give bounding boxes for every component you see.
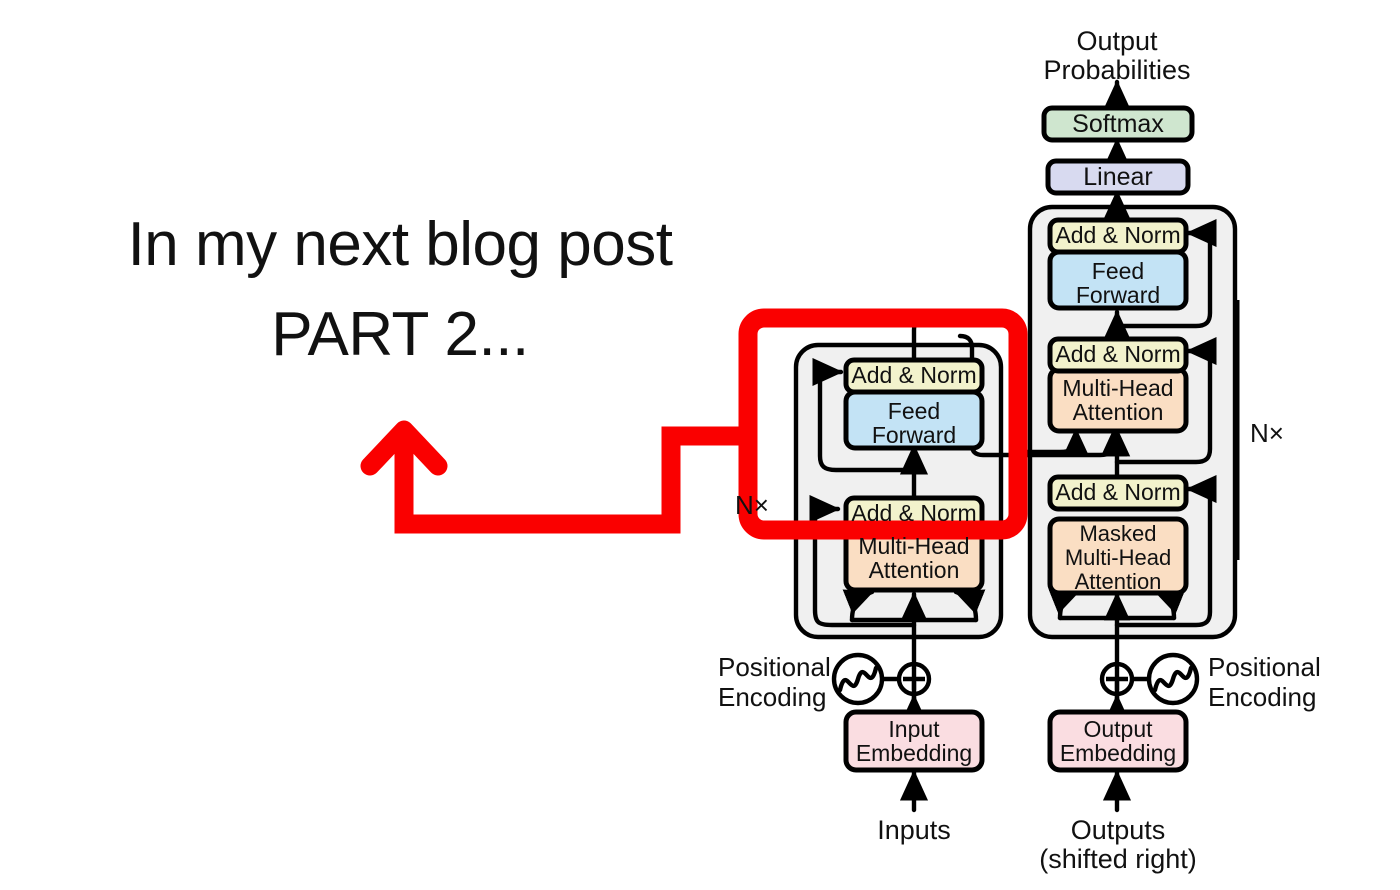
red-callout-arrow-shaft	[394, 426, 748, 534]
slide-canvas: In my next blog post PART 2... Output Pr…	[0, 0, 1400, 890]
decoder-masked-label-line3: Attention	[1074, 569, 1162, 594]
decoder-nx-label: N×	[1250, 418, 1284, 448]
decoder-cross-attention-label-line2: Attention	[1072, 399, 1164, 425]
decoder-cross-attention-label-line1: Multi-Head	[1062, 375, 1174, 401]
softmax-label: Softmax	[1072, 110, 1164, 138]
encoder-add-norm-1-label: Add & Norm	[851, 500, 977, 526]
positional-encoding-label-left-line1: Positional	[718, 652, 831, 682]
encoder-multi-head-label-line1: Multi-Head	[858, 533, 970, 559]
positional-encoding-label-right-line2: Encoding	[1208, 682, 1317, 712]
decoder-add-norm-2-label: Add & Norm	[1055, 341, 1181, 367]
positional-encoding-label-left-line2: Encoding	[718, 682, 827, 712]
decoder-feed-forward-label-line1: Feed	[1091, 258, 1145, 284]
decoder-feed-forward-label-line2: Forward	[1075, 282, 1161, 308]
output-probabilities-label-line1: Output	[1076, 26, 1158, 56]
outputs-label-line2: (shifted right)	[1039, 844, 1197, 874]
decoder-masked-label-line1: Masked	[1079, 521, 1157, 546]
encoder-feed-forward-label-line1: Feed	[887, 398, 941, 424]
encoder-nx-label: N×	[735, 490, 769, 520]
encoder-multi-head-label-line2: Attention	[868, 557, 960, 583]
input-embedding-label-line2: Embedding	[855, 740, 973, 766]
decoder-add-norm-1-label: Add & Norm	[1055, 479, 1181, 505]
decoder-masked-label-line2: Multi-Head	[1064, 545, 1172, 570]
inputs-label: Inputs	[877, 815, 951, 845]
input-embedding-label-line1: Input	[888, 716, 940, 742]
decoder-add-norm-3-label: Add & Norm	[1055, 222, 1181, 248]
output-probabilities-label-line2: Probabilities	[1043, 55, 1191, 85]
positional-encoding-label-right-line1: Positional	[1208, 652, 1321, 682]
encoder-feed-forward-label-line2: Forward	[871, 422, 957, 448]
linear-label: Linear	[1083, 163, 1153, 191]
output-embedding-label-line1: Output	[1083, 716, 1153, 742]
output-embedding-label-line2: Embedding	[1059, 740, 1177, 766]
outputs-label-line1: Outputs	[1070, 815, 1166, 845]
encoder-add-norm-2-label: Add & Norm	[851, 362, 977, 388]
